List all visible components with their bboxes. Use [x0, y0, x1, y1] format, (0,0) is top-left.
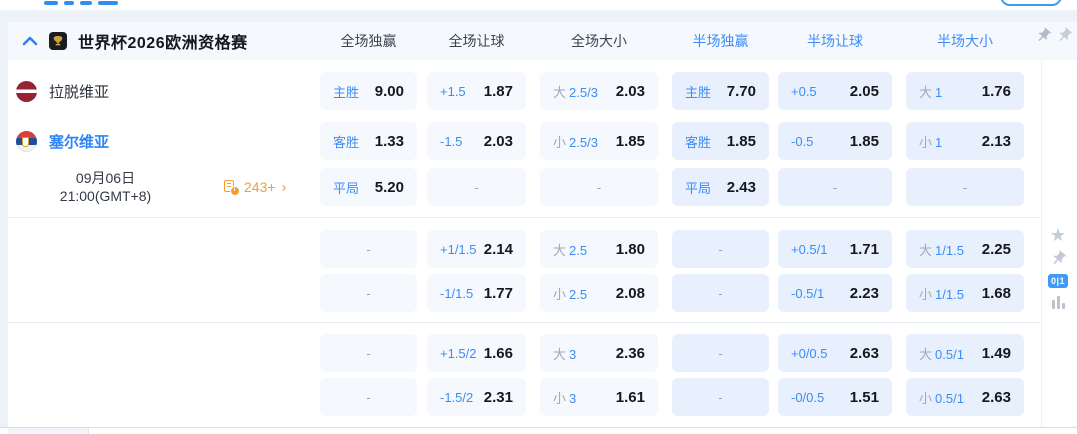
collapse-chevron-icon[interactable] [22, 36, 38, 46]
league-title: 世界杯2026欧洲资格赛 [78, 35, 248, 52]
odds-cell[interactable]: -0.5/1 2.23 [778, 274, 892, 312]
stats-bar-chart-icon[interactable] [1048, 296, 1068, 309]
odds-cell[interactable]: - [320, 274, 417, 312]
odds-cell[interactable]: +1/1.5 2.14 [427, 230, 526, 268]
odds-cell[interactable]: -1.5 2.03 [427, 122, 526, 160]
odds-cell[interactable]: +0/0.5 2.63 [778, 334, 892, 372]
odds-cell[interactable]: 主胜 9.00 [320, 72, 417, 110]
section-divider [8, 217, 1041, 218]
more-markets-link[interactable]: 243+ › [224, 168, 287, 206]
clipped-tab-text [98, 1, 118, 5]
match-time: 21:00(GMT+8) [59, 188, 152, 204]
favorite-star-icon[interactable]: ★ [1048, 226, 1068, 244]
odds-cell[interactable]: 大 1 1.76 [906, 72, 1024, 110]
odds-cell[interactable]: 平局 2.43 [672, 168, 769, 206]
odds-cell[interactable]: +1.5 1.87 [427, 72, 526, 110]
pin-icon[interactable] [1056, 27, 1073, 44]
clipped-tab-text [44, 1, 58, 5]
column-header[interactable]: 半场独赢 [672, 22, 769, 60]
vertical-divider [1041, 60, 1042, 427]
left-gutter [0, 22, 8, 434]
clipped-tab-text [64, 1, 74, 5]
odds-cell[interactable]: 小 1/1.5 1.68 [906, 274, 1024, 312]
odds-cell[interactable]: 小 0.5/1 2.63 [906, 378, 1024, 416]
world-cup-trophy-icon [49, 32, 67, 50]
odds-cell[interactable]: - [540, 168, 658, 206]
odds-cell[interactable]: - [672, 378, 769, 416]
odds-cell[interactable]: - [906, 168, 1024, 206]
odds-cell[interactable]: 主胜 7.70 [672, 72, 769, 110]
odds-cell[interactable]: -1/1.5 1.77 [427, 274, 526, 312]
odds-cell[interactable]: 客胜 1.33 [320, 122, 417, 160]
latvia-flag-icon [16, 80, 37, 102]
section-divider [8, 322, 1041, 323]
background-gap-band [0, 10, 1077, 22]
corner-score-badge[interactable]: 0|1 [1047, 274, 1069, 288]
next-section-left-box [8, 428, 89, 434]
chevron-right-icon: › [281, 178, 287, 196]
match-datetime: 09月06日 21:00(GMT+8) [28, 168, 183, 206]
odds-cell[interactable]: -0.5 1.85 [778, 122, 892, 160]
markets-count: 243+ [244, 179, 276, 195]
odds-cell[interactable]: - [672, 274, 769, 312]
odds-cell[interactable]: - [320, 378, 417, 416]
odds-cell[interactable]: +0.5/1 1.71 [778, 230, 892, 268]
odds-cell[interactable]: - [320, 334, 417, 372]
odds-cell[interactable]: 小 2.5 2.08 [540, 274, 658, 312]
league-header: 世界杯2026欧洲资格赛 [22, 22, 248, 60]
markets-list-icon [224, 179, 240, 196]
next-section-strip [0, 427, 1077, 434]
serbia-flag-icon [16, 130, 37, 152]
odds-cell[interactable]: 大 0.5/1 1.49 [906, 334, 1024, 372]
odds-cell[interactable]: - [672, 230, 769, 268]
odds-cell[interactable]: 大 1/1.5 2.25 [906, 230, 1024, 268]
odds-cell[interactable]: 平局 5.20 [320, 168, 417, 206]
odds-cell[interactable]: - [778, 168, 892, 206]
odds-cell[interactable]: +0.5 2.05 [778, 72, 892, 110]
odds-cell[interactable]: 客胜 1.85 [672, 122, 769, 160]
pin-icon[interactable] [1035, 27, 1052, 44]
odds-cell[interactable]: 大 3 2.36 [540, 334, 658, 372]
odds-cell[interactable]: - [427, 168, 526, 206]
home-team-row[interactable]: 拉脱维亚 [16, 72, 109, 110]
column-header[interactable]: 全场大小 [540, 22, 658, 60]
odds-cell[interactable]: -1.5/2 2.31 [427, 378, 526, 416]
odds-cell[interactable]: 小 1 2.13 [906, 122, 1024, 160]
odds-cell[interactable]: +1.5/2 1.66 [427, 334, 526, 372]
home-team-name: 拉脱维亚 [49, 83, 110, 101]
pin-icon[interactable] [1048, 250, 1068, 267]
odds-cell[interactable]: - [672, 334, 769, 372]
odds-cell[interactable]: - [320, 230, 417, 268]
top-bar [0, 0, 1077, 10]
odds-cell[interactable]: -0/0.5 1.51 [778, 378, 892, 416]
column-header[interactable]: 全场独赢 [320, 22, 417, 60]
match-date: 09月06日 [75, 170, 136, 186]
odds-page: 世界杯2026欧洲资格赛 全场独赢 全场让球 全场大小 半场独赢 半场让球 半场大小 拉脱… [0, 0, 1077, 434]
clipped-tab-text [80, 1, 92, 5]
clipped-pill-button[interactable] [1000, 0, 1062, 6]
column-header[interactable]: 全场让球 [427, 22, 526, 60]
column-header[interactable]: 半场让球 [778, 22, 892, 60]
serbia-crest [22, 136, 29, 147]
odds-cell[interactable]: 大 2.5 1.80 [540, 230, 658, 268]
column-header[interactable]: 半场大小 [906, 22, 1024, 60]
odds-cell[interactable]: 小 3 1.61 [540, 378, 658, 416]
away-team-name: 塞尔维亚 [49, 133, 110, 151]
odds-cell[interactable]: 小 2.5/3 1.85 [540, 122, 658, 160]
odds-cell[interactable]: 大 2.5/3 2.03 [540, 72, 658, 110]
away-team-row[interactable]: 塞尔维亚 [16, 122, 109, 160]
